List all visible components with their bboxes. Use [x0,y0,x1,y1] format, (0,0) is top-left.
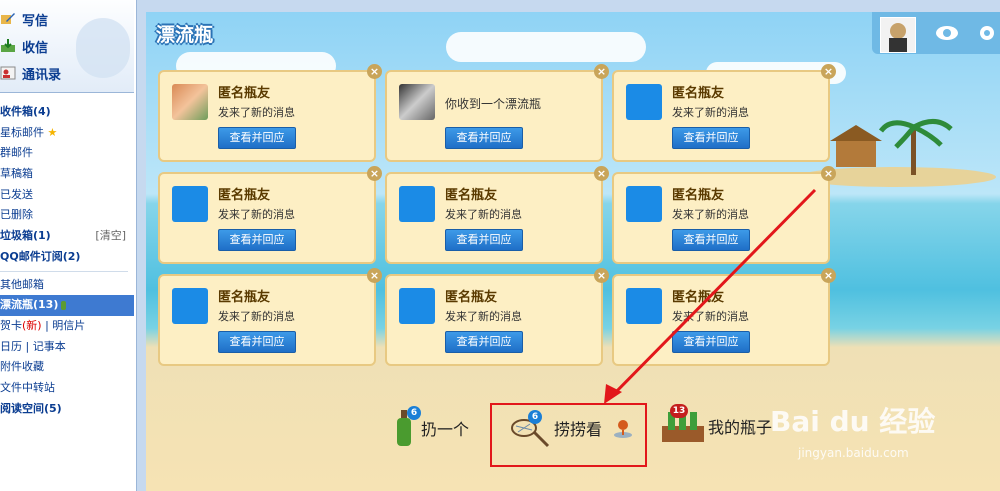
qq-avatar-icon [399,288,435,324]
nav-other-mailboxes[interactable]: 其他邮箱 [0,275,134,296]
card-sender-name: 匿名瓶友 [672,188,725,203]
nav-drift-bottle[interactable]: 漂流瓶(13) [0,295,134,316]
nav-reading-space[interactable]: 阅读空间(5) [0,399,134,420]
bottle-card: 匿名瓶友 发来了新的消息 查看并回应 × [612,166,836,264]
qq-avatar-icon [172,186,208,222]
cloud [446,32,646,62]
card-message: 发来了新的消息 [218,310,295,323]
card-sender-name: 匿名瓶友 [672,290,725,305]
nav-file-transfer[interactable]: 文件中转站 [0,378,134,399]
bottle-card: 匿名瓶友 发来了新的消息 查看并回应 × [158,166,382,264]
close-icon[interactable]: × [367,166,382,181]
user-photo-avatar [172,84,208,120]
view-reply-button[interactable]: 查看并回应 [218,331,296,353]
card-sender-name: 匿名瓶友 [218,188,271,203]
close-icon[interactable]: × [821,268,836,283]
nav-inbox[interactable]: 收件箱(4) [0,102,134,123]
qq-avatar-icon [172,288,208,324]
my-bottles-button[interactable]: 我的瓶子 13 [660,404,772,444]
bottle-icon [61,300,67,310]
card-sender-name: 匿名瓶友 [218,290,271,305]
user-avatar[interactable] [880,17,916,53]
nav-cards[interactable]: 贺卡(新) | 明信片 [0,316,134,337]
view-reply-button[interactable]: 查看并回应 [445,127,523,149]
card-message: 你收到一个漂流瓶 [445,97,542,111]
bottle-card: 匿名瓶友 发来了新的消息 查看并回应 × [385,268,609,366]
nav-notes[interactable]: 记事本 [33,340,66,353]
view-reply-button[interactable]: 查看并回应 [672,229,750,251]
bottle-card: 匿名瓶友 发来了新的消息 查看并回应 × [158,64,382,162]
card-message: 发来了新的消息 [672,208,749,221]
close-icon[interactable]: × [821,166,836,181]
nav-divider [0,270,128,272]
nav-drafts[interactable]: 草稿箱 [0,164,134,185]
card-sender-name: 匿名瓶友 [218,86,271,101]
view-reply-button[interactable]: 查看并回应 [445,229,523,251]
qq-penguin-watermark-icon [76,18,130,78]
close-icon[interactable]: × [594,64,609,79]
nav-starred[interactable]: 星标邮件 ★ [0,123,134,144]
scene-toolbar [872,12,1000,54]
nav-spam[interactable]: 垃圾箱(1) [清空] [0,226,134,247]
contacts-link[interactable]: 通讯录 [0,62,61,84]
empty-spam-link[interactable]: [清空] [95,226,126,247]
close-icon[interactable]: × [367,64,382,79]
compose-link[interactable]: 写信 [0,8,48,30]
close-icon[interactable]: × [367,268,382,283]
location-pin-icon [614,420,633,438]
settings-icon[interactable] [972,18,1000,48]
bottle-card: 匿名瓶友 发来了新的消息 查看并回应 × [612,268,836,366]
nav-deleted[interactable]: 已删除 [0,205,134,226]
view-reply-button[interactable]: 查看并回应 [672,331,750,353]
eye-icon[interactable] [932,18,962,48]
card-message: 发来了新的消息 [445,208,522,221]
fish-count-badge: 6 [528,410,542,424]
qq-avatar-icon [399,186,435,222]
nav-group-mail[interactable]: 群邮件 [0,143,134,164]
card-message: 发来了新的消息 [218,208,295,221]
baidu-watermark: Bai du 经验 [770,405,936,438]
close-icon[interactable]: × [594,268,609,283]
bottle-card: 匿名瓶友 发来了新的消息 查看并回应 × [385,166,609,264]
sidebar-top: 写信 收信 通讯录 [0,0,134,93]
qq-avatar-icon [626,288,662,324]
card-sender-name: 匿名瓶友 [672,86,725,101]
drift-bottle-logo: 漂流瓶 [156,24,214,46]
fish-bottle-button[interactable]: 捞捞看 6 [510,408,634,448]
qq-avatar-icon [626,84,662,120]
close-icon[interactable]: × [594,166,609,181]
card-message: 发来了新的消息 [672,310,749,323]
view-reply-button[interactable]: 查看并回应 [445,331,523,353]
inbox-link[interactable]: 收信 [0,35,48,57]
view-reply-button[interactable]: 查看并回应 [218,229,296,251]
throw-count-badge: 6 [407,406,421,420]
bottle-card: 你收到一个漂流瓶 查看并回应 × [385,64,609,162]
card-sender-name: 匿名瓶友 [445,188,498,203]
card-message: 发来了新的消息 [672,106,749,119]
inbox-icon [0,39,16,53]
pen-icon [0,12,16,26]
nav-subscriptions[interactable]: QQ邮件订阅(2) [0,247,134,268]
card-message: 发来了新的消息 [445,310,522,323]
card-sender-name: 匿名瓶友 [445,290,498,305]
qq-avatar-icon [626,186,662,222]
nav-sent[interactable]: 已发送 [0,185,134,206]
nav-attachments[interactable]: 附件收藏 [0,357,134,378]
contacts-icon [0,66,16,80]
user-photo-avatar [399,84,435,120]
view-reply-button[interactable]: 查看并回应 [672,127,750,149]
bottle-card: 匿名瓶友 发来了新的消息 查看并回应 × [612,64,836,162]
baidu-watermark-url: jingyan.baidu.com [798,446,909,460]
close-icon[interactable]: × [821,64,836,79]
folder-nav: 收件箱(4) 星标邮件 ★ 群邮件 草稿箱 已发送 已删除 垃圾箱(1) [清空]… [0,102,134,419]
nav-calendar[interactable]: 日历 | 记事本 [0,337,134,358]
star-icon: ★ [47,125,58,139]
throw-bottle-button[interactable]: 扔一个 6 [393,406,469,448]
nav-postcard[interactable]: 明信片 [52,319,85,332]
bottle-card: 匿名瓶友 发来了新的消息 查看并回应 × [158,268,382,366]
my-bottles-count-badge: 13 [670,404,688,418]
card-message: 发来了新的消息 [218,106,295,119]
sidebar: 写信 收信 通讯录 收件箱(4) 星标邮件 ★ 群邮件 草稿箱 已发送 已删除 … [0,0,137,491]
view-reply-button[interactable]: 查看并回应 [218,127,296,149]
